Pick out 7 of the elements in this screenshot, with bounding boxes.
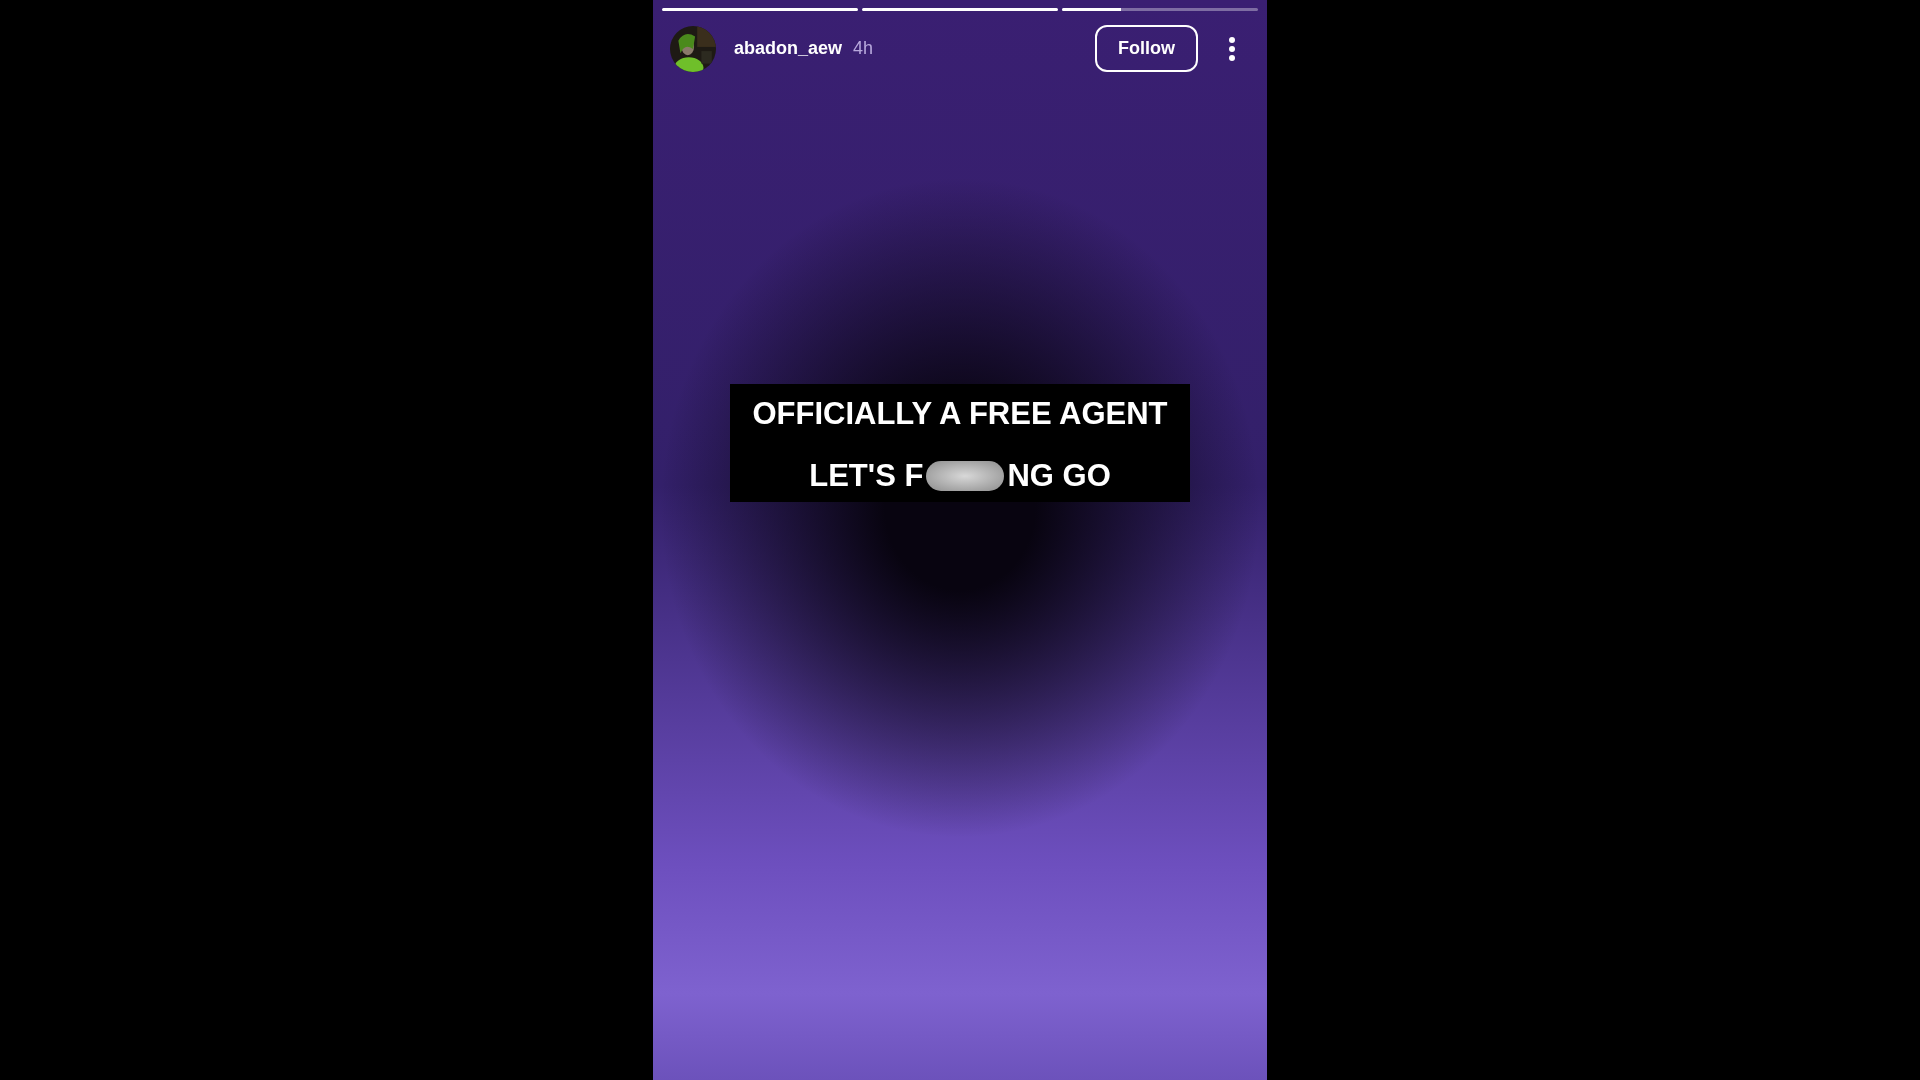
caption-text: NG GO [1007,458,1111,494]
post-time: 4h [853,38,874,59]
username[interactable]: abadon_aew [734,38,843,59]
caption-text: LET'S F [809,458,924,494]
follow-button[interactable]: Follow [1095,25,1198,72]
more-options-icon[interactable] [1228,35,1236,62]
caption-text: OFFICIALLY A FREE AGENT [752,396,1168,432]
